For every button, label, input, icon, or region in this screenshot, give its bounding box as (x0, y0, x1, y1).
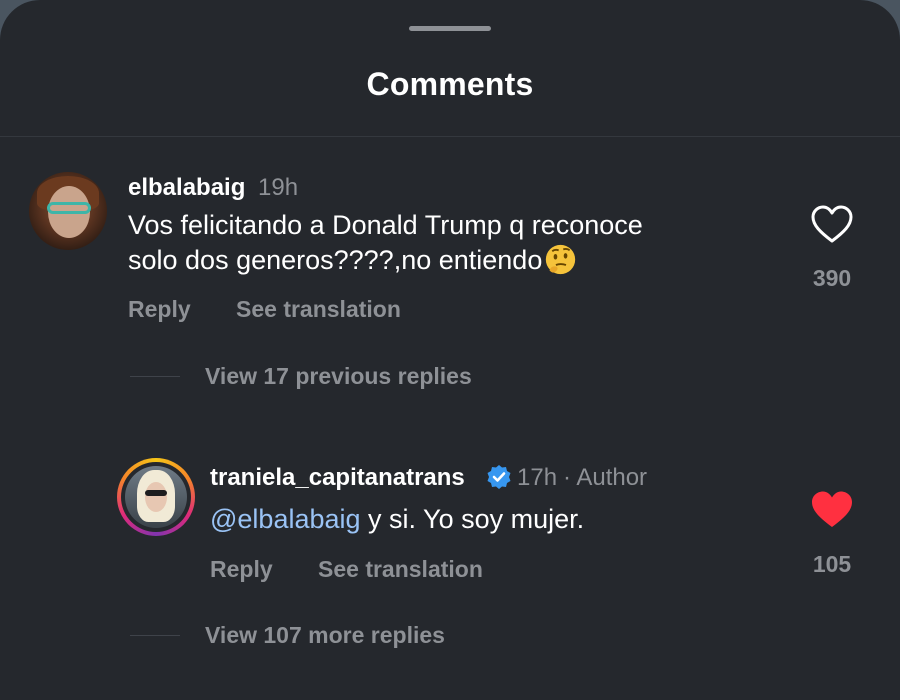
comment-text-line: Vos felicitando a Donald Trump q reconoc… (128, 210, 643, 240)
avatar[interactable] (29, 172, 107, 250)
comment-text: Vos felicitando a Donald Trump q reconoc… (128, 208, 788, 278)
reply-timestamp: 17h (517, 464, 558, 491)
mention-link[interactable]: @elbalabaig (210, 504, 361, 534)
thinking-face-icon (546, 244, 576, 275)
author-tag: · Author (563, 464, 648, 491)
liked-heart-icon[interactable] (810, 490, 854, 530)
comment-text-line-content: solo dos generos????,no entiendo (128, 245, 543, 275)
thread-line (130, 376, 180, 377)
verified-badge-icon (487, 465, 511, 489)
see-translation-button[interactable]: See translation (318, 556, 483, 583)
comment-timestamp: 19h (258, 174, 299, 201)
comments-sheet: Comments elbalabaig 19h Vos felicitando … (0, 0, 900, 700)
reply-button[interactable]: Reply (210, 556, 273, 583)
view-previous-replies-button[interactable]: View 17 previous replies (205, 363, 472, 390)
like-heart-icon[interactable] (810, 205, 854, 245)
see-translation-button[interactable]: See translation (236, 296, 401, 323)
avatar[interactable] (125, 466, 187, 528)
like-count: 390 (812, 265, 852, 291)
reply-username[interactable]: traniela_capitanatrans (210, 464, 465, 492)
reply-text-content: y si. Yo soy mujer. (360, 504, 585, 534)
view-more-replies-button[interactable]: View 107 more replies (205, 622, 445, 649)
sheet-drag-handle[interactable] (409, 26, 491, 31)
reply-button[interactable]: Reply (128, 296, 191, 323)
thread-line (130, 635, 180, 636)
comment-text-line-2: solo dos generos????,no entiendo (128, 243, 788, 278)
header-divider (0, 136, 900, 137)
like-count: 105 (812, 551, 852, 577)
comment-username[interactable]: elbalabaig (128, 174, 245, 202)
story-ring[interactable] (117, 458, 195, 536)
reply-text: @elbalabaig y si. Yo soy mujer. (210, 502, 770, 537)
sheet-title: Comments (366, 66, 534, 102)
